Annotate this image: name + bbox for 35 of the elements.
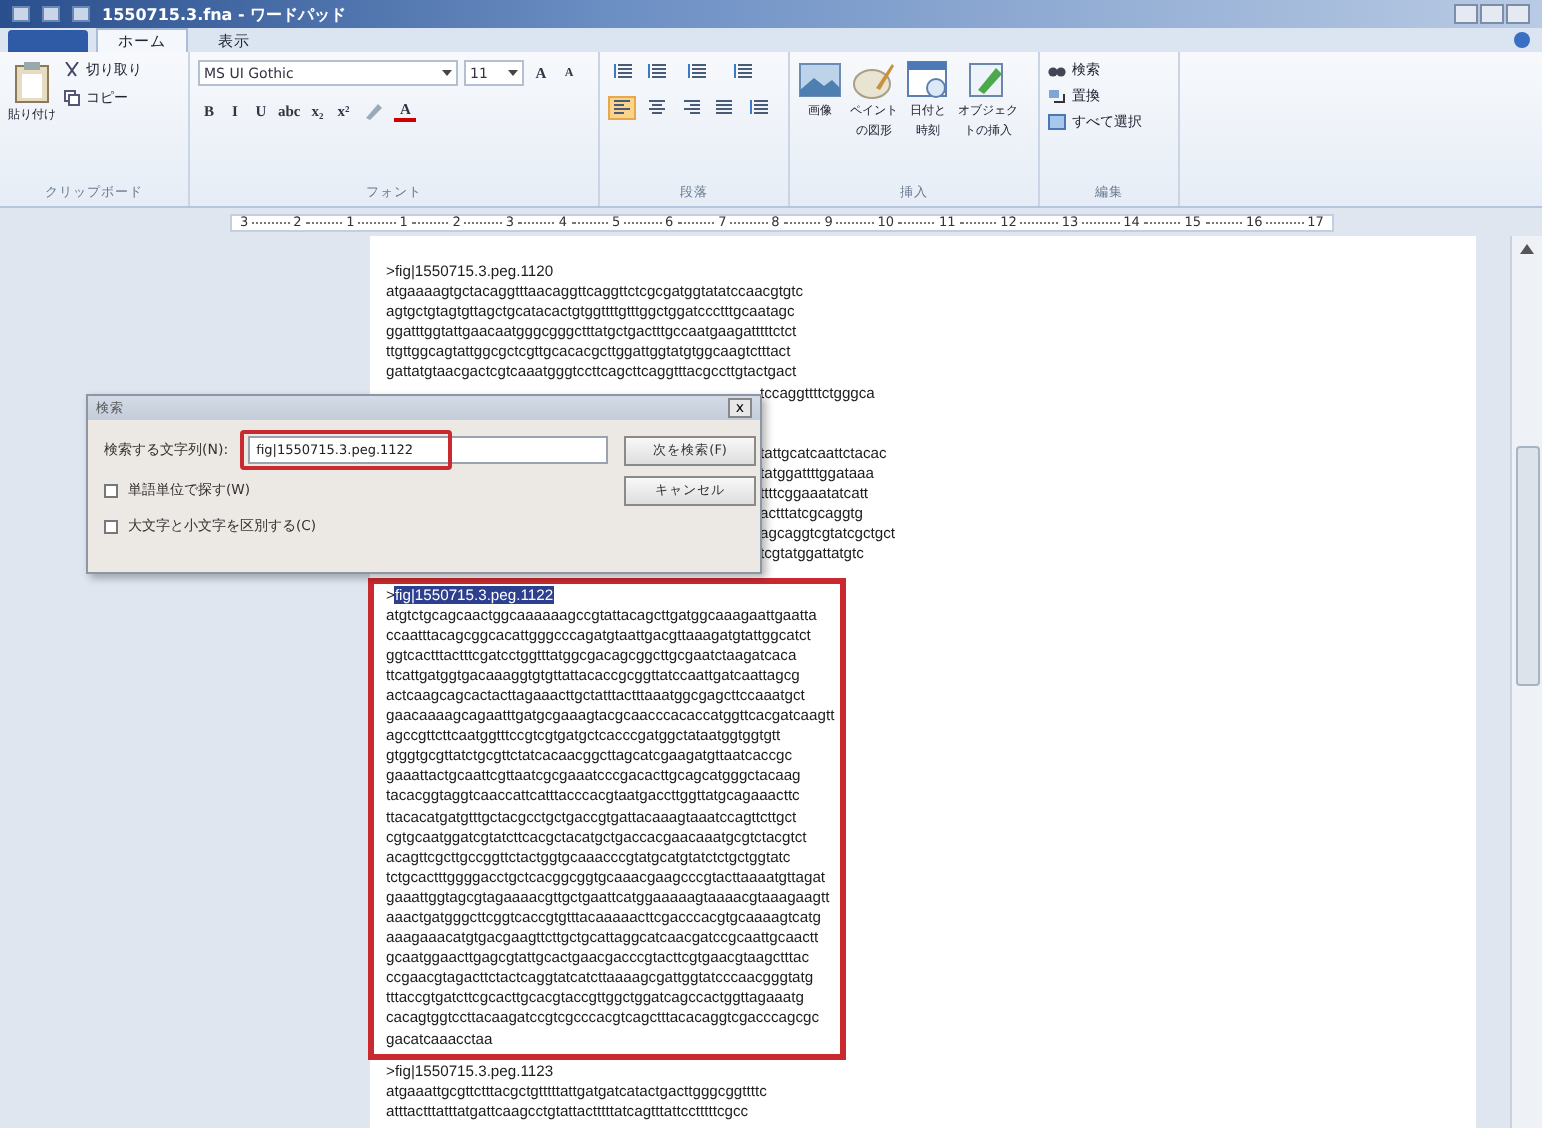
scrollbar[interactable] — [1510, 236, 1542, 1128]
minimize-button[interactable] — [1454, 4, 1478, 24]
align-center-icon — [647, 100, 665, 116]
lines-icon — [687, 64, 705, 80]
scissors-icon — [64, 62, 80, 78]
checkbox[interactable] — [104, 483, 118, 497]
scroll-up-icon[interactable] — [1520, 244, 1534, 254]
lines-icon — [613, 64, 631, 80]
caret-icon[interactable] — [442, 70, 452, 76]
outdent-button[interactable] — [642, 60, 670, 84]
maximize-button[interactable] — [1480, 4, 1504, 24]
alignment-button[interactable] — [608, 96, 636, 120]
window-title: 1550715.3.fna - ワードパッド — [102, 3, 347, 25]
alignment-button[interactable] — [710, 96, 738, 120]
close-button[interactable] — [1506, 4, 1530, 24]
help-icon[interactable] — [1514, 32, 1530, 48]
clipboard-icon — [14, 60, 50, 104]
caret-icon[interactable] — [508, 70, 518, 76]
align-left-icon — [613, 100, 631, 116]
align-justify-icon — [715, 100, 733, 116]
copy-icon — [64, 90, 80, 106]
replace-icon — [1048, 88, 1066, 104]
checkbox[interactable] — [104, 519, 118, 533]
landscape-icon — [798, 60, 842, 100]
select-all-icon — [1048, 114, 1066, 130]
lines-icon — [733, 64, 751, 80]
calendar-clock-icon — [906, 60, 950, 100]
paintbrush-icon — [852, 60, 896, 100]
lines-icon — [647, 64, 665, 80]
align-right-icon — [681, 100, 699, 116]
lines-icon — [749, 100, 767, 116]
binoculars-icon — [1048, 62, 1066, 78]
indent-button[interactable] — [608, 60, 636, 84]
paragraph-settings-button[interactable] — [744, 96, 772, 120]
scroll-thumb[interactable] — [1515, 446, 1539, 686]
